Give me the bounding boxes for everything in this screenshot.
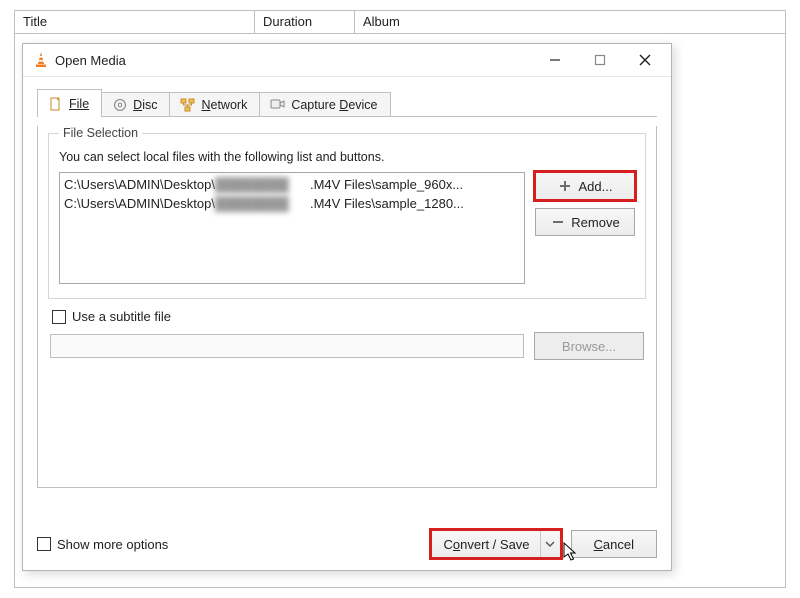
col-album[interactable]: Album: [355, 11, 785, 33]
file-selection-legend: File Selection: [59, 126, 142, 140]
convert-save-button[interactable]: Convert / Save: [431, 530, 561, 558]
file-icon: [48, 96, 63, 111]
plus-icon: [558, 179, 573, 194]
file-selection-group: File Selection You can select local file…: [48, 126, 646, 299]
col-duration[interactable]: Duration: [255, 11, 355, 33]
tab-disc-label: Disc: [133, 98, 157, 112]
add-button[interactable]: Add...: [535, 172, 635, 200]
cancel-label: Cancel: [594, 537, 634, 552]
subtitle-path-input[interactable]: [50, 334, 524, 358]
tab-file-label: File: [69, 97, 89, 111]
browse-button[interactable]: Browse...: [534, 332, 644, 360]
maximize-button[interactable]: [577, 45, 622, 75]
remove-button-label: Remove: [571, 215, 619, 230]
playlist-header: Title Duration Album: [14, 10, 786, 34]
file-list-item[interactable]: C:\Users\ADMIN\Desktop\████████.M4V File…: [64, 175, 520, 194]
titlebar[interactable]: Open Media: [23, 44, 671, 76]
open-media-dialog: Open Media File: [22, 43, 672, 571]
capture-icon: [270, 97, 285, 112]
vlc-cone-icon: [33, 53, 48, 68]
tab-capture-device[interactable]: Capture Device: [259, 92, 390, 117]
convert-save-label: Convert / Save: [432, 537, 540, 552]
remove-button[interactable]: Remove: [535, 208, 635, 236]
use-subtitle-checkbox[interactable]: [52, 310, 66, 324]
tab-capture-label: Capture Device: [291, 98, 377, 112]
show-more-options-checkbox[interactable]: [37, 537, 51, 551]
file-selection-hint: You can select local files with the foll…: [59, 150, 635, 164]
tab-disc[interactable]: Disc: [101, 92, 170, 117]
file-list[interactable]: C:\Users\ADMIN\Desktop\████████.M4V File…: [59, 172, 525, 284]
browse-button-label: Browse...: [562, 339, 616, 354]
col-title[interactable]: Title: [15, 11, 255, 33]
media-tabs: File Disc Network Capture Device: [37, 89, 657, 117]
tab-network-label: Network: [201, 98, 247, 112]
dialog-title: Open Media: [55, 53, 126, 68]
minus-icon: [550, 215, 565, 230]
minimize-button[interactable]: [532, 45, 577, 75]
show-more-options-label[interactable]: Show more options: [57, 537, 168, 552]
close-button[interactable]: [622, 45, 667, 75]
tab-file[interactable]: File: [37, 89, 102, 117]
disc-icon: [112, 97, 127, 112]
tab-network[interactable]: Network: [169, 92, 260, 117]
file-list-item[interactable]: C:\Users\ADMIN\Desktop\████████.M4V File…: [64, 194, 520, 213]
use-subtitle-label[interactable]: Use a subtitle file: [72, 309, 171, 324]
cancel-button[interactable]: Cancel: [571, 530, 657, 558]
chevron-down-icon[interactable]: [540, 531, 560, 557]
network-icon: [180, 97, 195, 112]
add-button-label: Add...: [579, 179, 613, 194]
